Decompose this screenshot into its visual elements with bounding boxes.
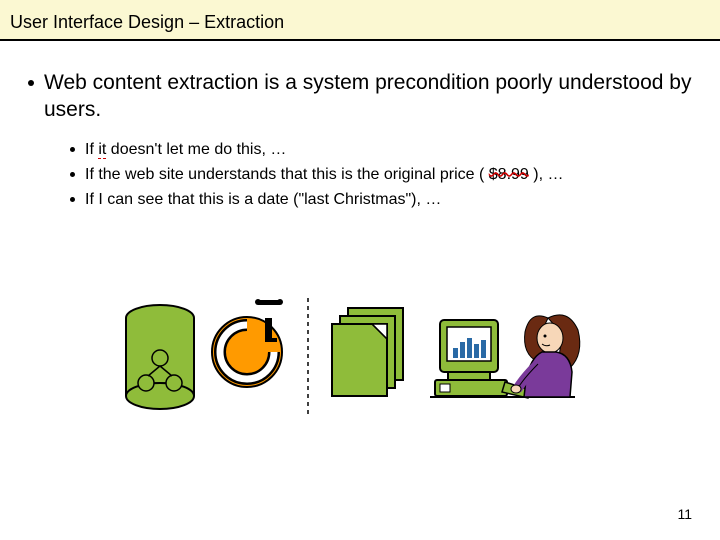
slide-title: User Interface Design – Extraction: [10, 12, 710, 33]
sub-bullet-text: If I can see that this is a date ("last …: [85, 188, 441, 211]
clipart-svg: [110, 280, 610, 450]
main-bullet: Web content extraction is a system preco…: [28, 69, 692, 124]
sub-bullet: If I can see that this is a date ("last …: [70, 188, 692, 211]
pages-icon: [332, 308, 403, 396]
sub-bullet: If it doesn't let me do this, …: [70, 138, 692, 161]
illustration-row: [110, 280, 610, 450]
clamp-icon: [212, 299, 283, 387]
sub-bullet-text: If the web site understands that this is…: [85, 163, 563, 186]
person-at-computer-icon: [430, 315, 580, 398]
sub-bullet-text: If it doesn't let me do this, …: [85, 138, 286, 161]
bullet-icon: [70, 172, 75, 177]
bullet-icon: [28, 80, 34, 86]
database-icon: [126, 305, 194, 409]
page-number: 11: [677, 506, 692, 522]
sub-bullet: If the web site understands that this is…: [70, 163, 692, 186]
sub-bullet-list: If it doesn't let me do this, … If the w…: [70, 138, 692, 212]
price-strike: $8.99: [489, 166, 529, 183]
bullet-icon: [70, 147, 75, 152]
bullet-icon: [70, 197, 75, 202]
content-area: Web content extraction is a system preco…: [0, 41, 720, 211]
main-bullet-text: Web content extraction is a system preco…: [44, 69, 692, 124]
title-bar: User Interface Design – Extraction: [0, 0, 720, 41]
